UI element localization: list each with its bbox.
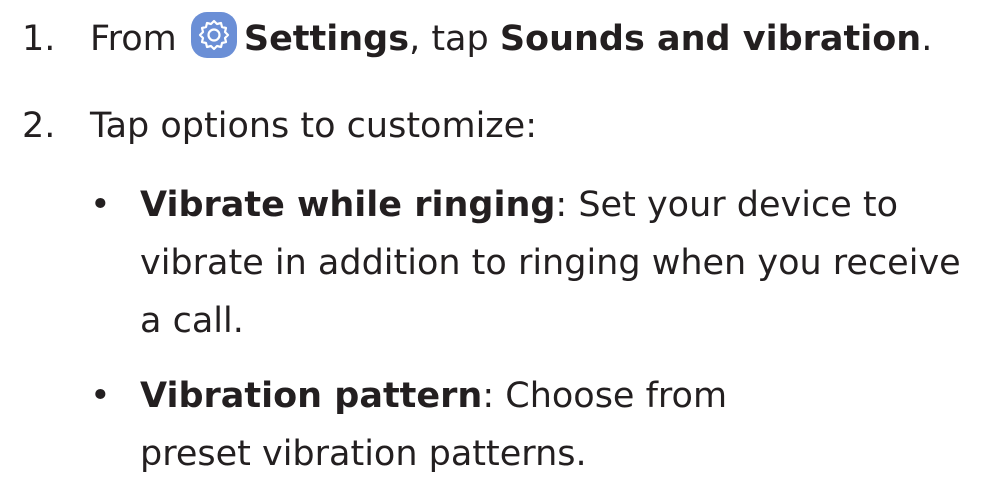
step-number: 2. [22, 106, 56, 146]
option-title: Vibrate while ringing [140, 185, 556, 225]
settings-label: Settings [243, 19, 410, 59]
step-middle: , tap [409, 19, 500, 59]
instructions-document: 1. From Settings, tap Sounds and vibrati… [0, 0, 989, 478]
step-number: 1. [22, 19, 56, 59]
bullet-point: • [90, 185, 111, 225]
option-separator: : [482, 376, 506, 416]
bullet-point: • [90, 376, 111, 416]
step-text: From Settings, tap Sounds and vibration. [90, 10, 932, 68]
step-text: Tap options to customize: [90, 106, 537, 146]
option-separator: : [555, 185, 579, 225]
gear-icon [190, 12, 237, 58]
option-title: Vibration pattern [140, 376, 483, 416]
step-suffix: . [921, 19, 933, 59]
sounds-and-vibration-label: Sounds and vibration [499, 19, 922, 59]
step-prefix: From [90, 19, 177, 59]
option-text: Vibrate while ringing: Set your device t… [140, 176, 985, 350]
option-text: Vibration pattern: Choose from preset vi… [140, 367, 840, 483]
